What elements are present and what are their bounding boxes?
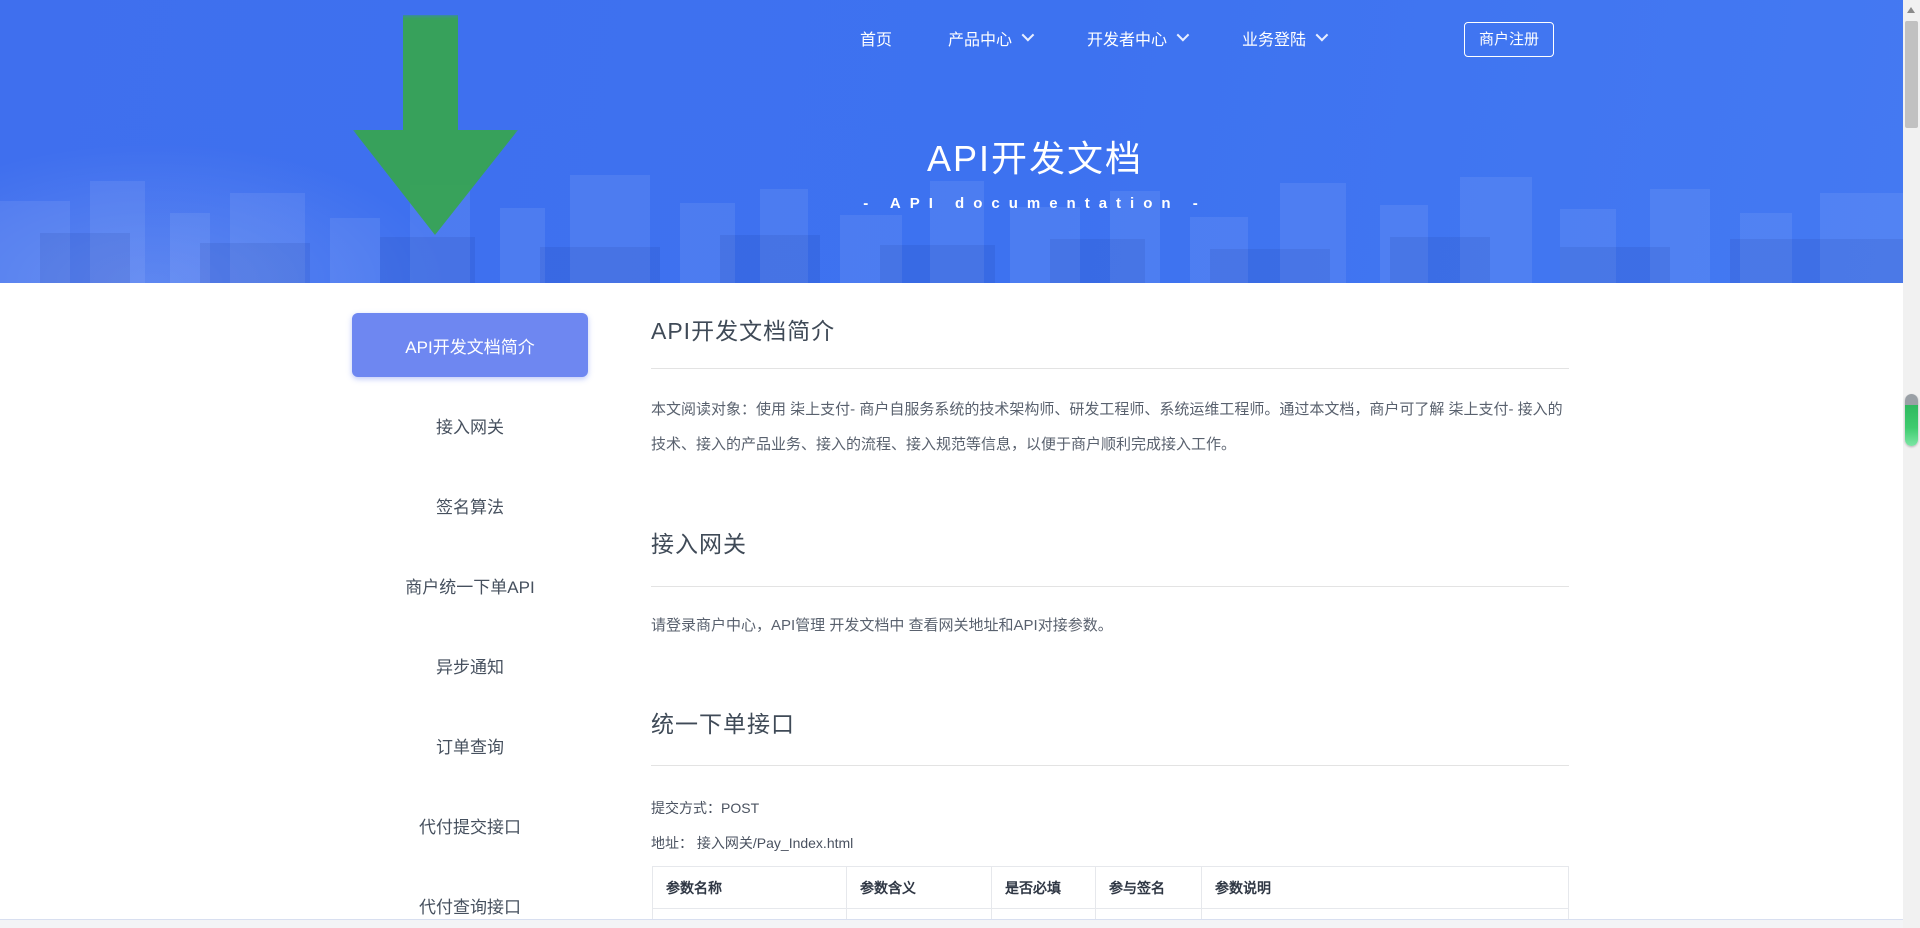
- sidebar-item-label: 异步通知: [436, 653, 504, 678]
- request-address-line: 地址： 接入网关/Pay_Index.html: [651, 833, 1569, 853]
- section-heading-unified-order: 统一下单接口: [651, 705, 1569, 739]
- merchant-register-button[interactable]: 商户注册: [1464, 22, 1554, 57]
- scroll-up-arrow-icon[interactable]: [1907, 7, 1915, 13]
- sidebar-item-sign-algorithm[interactable]: 签名算法: [352, 473, 588, 537]
- nav-item-products[interactable]: 产品中心: [948, 26, 1031, 50]
- nav-item-label: 首页: [860, 26, 892, 50]
- nav-item-home[interactable]: 首页: [860, 26, 892, 50]
- chevron-down-icon: [1177, 28, 1190, 41]
- scrollbar-thumb[interactable]: [1905, 21, 1918, 128]
- hero-header: 首页 产品中心 开发者中心 业务登陆 商户注册 API开发文档 - API do…: [0, 0, 1904, 283]
- divider: [651, 765, 1569, 766]
- divider: [651, 586, 1569, 587]
- sidebar-item-intro[interactable]: API开发文档简介: [352, 313, 588, 377]
- chevron-down-icon: [1316, 28, 1329, 41]
- page-title: API开发文档: [863, 130, 1206, 182]
- horizontal-scrollbar[interactable]: [0, 919, 1904, 928]
- top-nav: 首页 产品中心 开发者中心 业务登陆: [860, 18, 1325, 58]
- sidebar-item-unified-order-api[interactable]: 商户统一下单API: [352, 553, 588, 617]
- sidebar-item-label: 签名算法: [436, 493, 504, 518]
- table-header-param-meaning: 参数含义: [847, 867, 992, 909]
- section-heading-intro: API开发文档简介: [651, 312, 1569, 346]
- sidebar-item-label: API开发文档简介: [405, 333, 534, 358]
- table-header-signed: 参与签名: [1096, 867, 1202, 909]
- vertical-scrollbar[interactable]: [1903, 0, 1920, 928]
- nav-item-label: 开发者中心: [1087, 26, 1167, 50]
- divider: [651, 368, 1569, 369]
- hero-text: API开发文档 - API documentation -: [863, 130, 1206, 212]
- table-header-required: 是否必填: [992, 867, 1096, 909]
- sidebar-item-async-notify[interactable]: 异步通知: [352, 633, 588, 697]
- sidebar-item-label: 代付查询接口: [419, 893, 521, 918]
- sidebar-item-label: 接入网关: [436, 413, 504, 438]
- page-subtitle: - API documentation -: [863, 195, 1206, 212]
- nav-item-business-login[interactable]: 业务登陆: [1242, 26, 1325, 50]
- nav-item-label: 产品中心: [948, 26, 1012, 50]
- intro-paragraph: 本文阅读对象：使用 柒上支付- 商户自服务系统的技术架构师、研发工程师、系统运维…: [651, 392, 1569, 462]
- sidebar-item-payout-submit[interactable]: 代付提交接口: [352, 793, 588, 857]
- chevron-down-icon: [1022, 28, 1035, 41]
- sidebar-item-label: 商户统一下单API: [405, 573, 534, 598]
- sidebar-item-label: 订单查询: [436, 733, 504, 758]
- sidebar: API开发文档简介 接入网关 签名算法 商户统一下单API 异步通知 订单查询 …: [352, 313, 588, 928]
- sidebar-item-gateway[interactable]: 接入网关: [352, 393, 588, 457]
- section-heading-gateway: 接入网关: [651, 525, 1569, 559]
- sidebar-item-label: 代付提交接口: [419, 813, 521, 838]
- page: 首页 产品中心 开发者中心 业务登陆 商户注册 API开发文档 - API do…: [0, 0, 1920, 928]
- sidebar-item-order-query[interactable]: 订单查询: [352, 713, 588, 777]
- request-method-line: 提交方式：POST: [651, 798, 1569, 818]
- table-header-description: 参数说明: [1202, 867, 1569, 909]
- scroll-position-marker: [1905, 394, 1918, 446]
- gateway-paragraph: 请登录商户中心，API管理 开发文档中 查看网关地址和API对接参数。: [651, 608, 1569, 643]
- nav-item-developer-center[interactable]: 开发者中心: [1087, 26, 1186, 50]
- table-header-row: 参数名称 参数含义 是否必填 参与签名 参数说明: [653, 867, 1569, 909]
- table-header-param-name: 参数名称: [653, 867, 847, 909]
- nav-item-label: 业务登陆: [1242, 26, 1306, 50]
